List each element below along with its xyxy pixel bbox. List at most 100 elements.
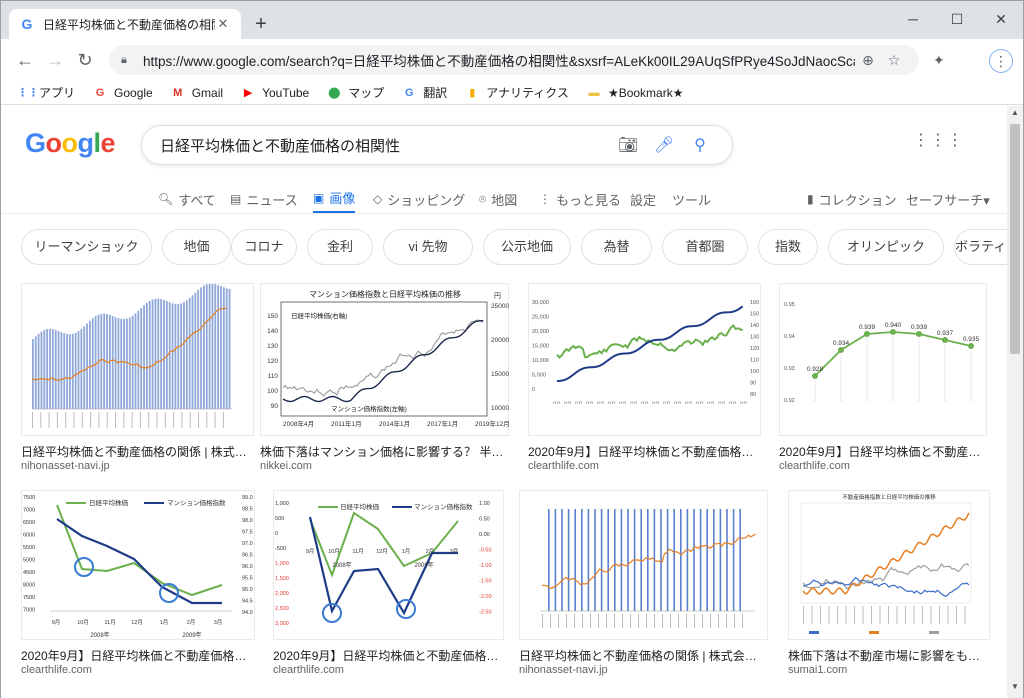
result-caption[interactable]: 2020年9月】日経平均株価と不動産価格...: [779, 443, 987, 460]
image-result[interactable]: 7500 7000 6500 6000 5500 5000 4500 8000 7500 7000…: [21, 490, 255, 676]
nav-tab[interactable]: 🔍︎ すべて: [158, 184, 216, 214]
scroll-down-icon[interactable]: ▼: [1007, 682, 1023, 696]
related-search-chip[interactable]: vi 先物: [383, 229, 473, 265]
result-caption[interactable]: 2020年9月】日経平均株価と不動産価格指数...: [273, 647, 504, 664]
close-tab-icon[interactable]: ✕: [215, 16, 231, 32]
back-arrow-icon[interactable]: ←: [11, 46, 39, 74]
related-search-chip[interactable]: 地価: [162, 229, 231, 265]
youtube-icon: ▶: [243, 86, 253, 99]
nav-tab[interactable]: ▣ 画像: [313, 184, 356, 214]
bookmark-item[interactable]: ⋮⋮ アプリ: [17, 84, 75, 101]
result-thumbnail[interactable]: [21, 283, 254, 436]
related-search-chip[interactable]: オリンピック: [828, 229, 944, 265]
result-thumbnail[interactable]: 30,000 25,000 20,000 15,000 10,000 5,000 0 160 1…: [528, 283, 761, 436]
bookmark-item[interactable]: M Gmail: [170, 85, 223, 101]
related-search-chip[interactable]: 首都圏: [662, 229, 748, 265]
search-icon[interactable]: ⚲: [682, 135, 718, 155]
result-caption[interactable]: 株価下落はマンション価格に影響する？ 半年後を...: [260, 443, 509, 460]
new-tab-button[interactable]: +: [250, 13, 272, 35]
result-caption[interactable]: 2020年9月】日経平均株価と不動産価格指数の...: [21, 647, 255, 664]
image-result[interactable]: 0.95 0.94 0.93 0.92 0.928 0.934 0.939 0.940 0.93…: [779, 283, 987, 472]
scrollbar-thumb[interactable]: [1010, 124, 1020, 354]
bookmark-item[interactable]: ▬ ★Bookmark★: [586, 85, 683, 101]
safesearch-button[interactable]: セーフサーチ▾: [906, 184, 990, 214]
related-search-chip[interactable]: 金利: [307, 229, 373, 265]
bar-mark: [151, 299, 154, 409]
nav-tab[interactable]: ツール: [672, 184, 711, 214]
browser-tab[interactable]: G 日経平均株価と不動産価格の相関 ✕: [9, 9, 241, 39]
bar-mark: [666, 509, 669, 611]
tick-mark: [148, 412, 150, 428]
result-caption[interactable]: 日経平均株価と不動産価格の関係 | 株式会社...: [21, 443, 254, 460]
related-search-chip[interactable]: リーマンショック: [21, 229, 152, 265]
result-thumbnail[interactable]: 不動産価格指数と日経平均株価の推移: [788, 490, 990, 640]
tick-mark: [106, 412, 108, 428]
nav-tab[interactable]: ▤ ニュース: [230, 184, 298, 214]
result-source: clearthlife.com: [21, 664, 92, 676]
result-thumbnail[interactable]: 1,000 500 0 -500 1,000 1,500 2,000 2,500 3,000 1.…: [273, 490, 504, 640]
scroll-up-icon[interactable]: ▲: [1007, 108, 1023, 122]
maximize-button[interactable]: ☐: [935, 5, 979, 33]
thumb-label: H·R: [641, 400, 648, 405]
result-caption[interactable]: 株価下落は不動産市場に影響をもたら...: [788, 647, 990, 664]
zoom-icon[interactable]: ⊕: [855, 52, 881, 69]
extensions-puzzle-icon[interactable]: ✦: [933, 52, 945, 69]
bookmark-item[interactable]: ▮ アナリティクス: [464, 84, 569, 101]
folder-icon: ▬: [588, 86, 600, 99]
bookmark-star-icon[interactable]: ☆: [881, 52, 907, 69]
bar-mark: [77, 331, 80, 409]
result-caption[interactable]: 日経平均株価と不動産価格の関係 | 株式会社日本ア...: [519, 647, 768, 664]
related-search-chip[interactable]: 指数: [758, 229, 818, 265]
related-search-chip[interactable]: 為替: [581, 229, 652, 265]
nav-tab[interactable]: ⌾ 地図: [479, 184, 517, 214]
search-box[interactable]: 日経平均株価と不動産価格の相関性 📷︎ 🎤︎ ⚲: [141, 125, 733, 165]
image-result[interactable]: 不動産価格指数と日経平均株価の推移 株価下落は不動産市場に影響をもたら... sum…: [788, 490, 990, 676]
nav-tab[interactable]: 設定: [630, 184, 656, 214]
image-result[interactable]: 1,000 500 0 -500 1,000 1,500 2,000 2,500 3,000 1.…: [273, 490, 504, 676]
google-apps-icon[interactable]: ⋮⋮⋮: [913, 133, 963, 149]
image-result[interactable]: 日経平均株価と不動産価格の関係 | 株式会社日本ア...nihonasset-n…: [519, 490, 768, 676]
lock-icon[interactable]: 🔒︎: [121, 54, 137, 67]
image-result[interactable]: 30,000 25,000 20,000 15,000 10,000 5,000 0 160 1…: [528, 283, 761, 472]
camera-icon[interactable]: 📷︎: [610, 135, 646, 155]
result-thumbnail[interactable]: マンション価格指数と日経平均株価の推移 円 150 140 130 120 110 100 90…: [260, 283, 510, 436]
bookmark-item[interactable]: ▶ YouTube: [240, 85, 309, 101]
url-text[interactable]: https://www.google.com/search?q=日経平均株価と不…: [143, 50, 855, 70]
forward-arrow-icon[interactable]: →: [41, 46, 69, 74]
search-query[interactable]: 日経平均株価と不動産価格の相関性: [160, 135, 610, 156]
google-logo[interactable]: Google: [25, 128, 116, 159]
nav-tab[interactable]: ⋮ もっと見る: [539, 184, 621, 214]
nav-tab-label: ツール: [672, 192, 712, 208]
image-result[interactable]: 日経平均株価と不動産価格の関係 | 株式会社... nihonasset-navi…: [21, 283, 254, 472]
related-search-chip[interactable]: コロナ: [231, 229, 297, 265]
thumb-label: 11月: [352, 548, 363, 555]
address-bar[interactable]: 🔒︎ https://www.google.com/search?q=日経平均株…: [109, 45, 919, 75]
tick-mark: [837, 606, 838, 624]
bookmark-item[interactable]: G Google: [92, 85, 153, 101]
browser-menu-icon[interactable]: ⋮: [989, 49, 1013, 73]
tick-mark: [574, 614, 575, 628]
tick-mark: [678, 614, 679, 628]
tick-mark: [550, 614, 551, 628]
bookmark-item[interactable]: G 翻訳: [401, 84, 447, 101]
thumb-label: H·R: [685, 400, 692, 405]
bar-mark: [587, 509, 590, 611]
result-thumbnail[interactable]: 7500 7000 6500 6000 5500 5000 4500 8000 7500 7000…: [21, 490, 255, 640]
thumb-label: 25,000: [532, 315, 549, 321]
image-result[interactable]: マンション価格指数と日経平均株価の推移 円 150 140 130 120 110 100 90…: [260, 283, 510, 472]
microphone-icon[interactable]: 🎤︎: [646, 135, 682, 155]
result-thumbnail[interactable]: [519, 490, 768, 640]
bar-mark: [69, 334, 71, 409]
related-search-chip[interactable]: ボラティリティ: [954, 229, 1007, 265]
result-thumbnail[interactable]: 0.95 0.94 0.93 0.92 0.928 0.934 0.939 0.940 0.93…: [779, 283, 987, 436]
reload-icon[interactable]: ↻: [71, 46, 99, 74]
nav-tab-label: もっと見る: [556, 192, 622, 208]
page-scrollbar[interactable]: ▲ ▼: [1007, 106, 1023, 698]
collections-link[interactable]: ▮ コレクション: [807, 184, 897, 214]
nav-tab[interactable]: ◇ ショッピング: [373, 184, 465, 214]
result-caption[interactable]: 2020年9月】日経平均株価と不動産価格指数の...: [528, 443, 761, 460]
close-window-button[interactable]: ✕: [979, 5, 1023, 33]
bookmark-item[interactable]: ⬤ マップ: [326, 84, 384, 101]
related-search-chip[interactable]: 公示地価: [483, 229, 571, 265]
minimize-button[interactable]: ─: [891, 5, 935, 33]
